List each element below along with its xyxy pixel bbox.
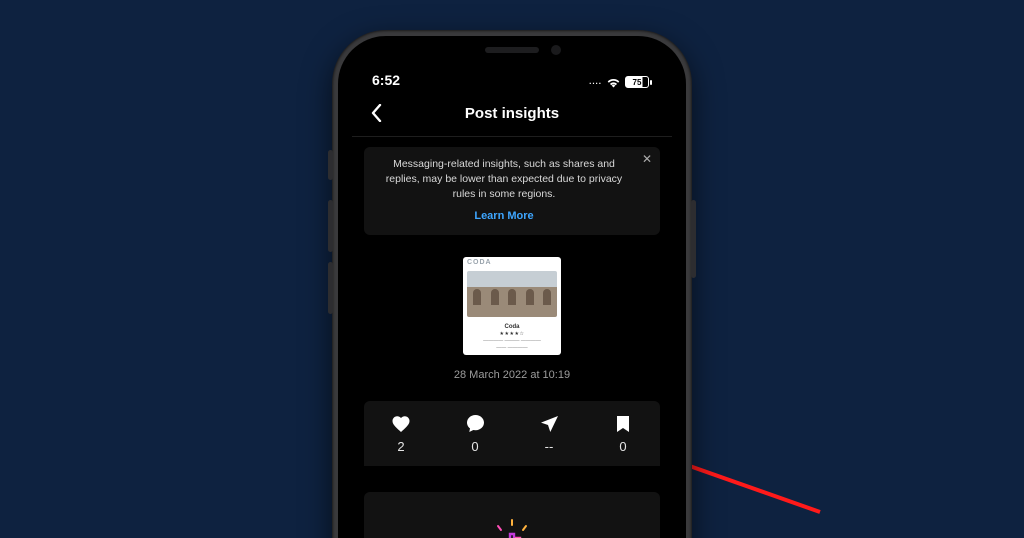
metric-row: 2 0 --: [364, 401, 660, 466]
nav-header: Post insights: [352, 92, 672, 134]
metric-likes: 2: [364, 415, 438, 454]
wifi-icon: [606, 77, 621, 88]
close-icon[interactable]: ✕: [642, 153, 652, 165]
volume-down-button: [328, 262, 333, 314]
power-button: [691, 200, 696, 278]
insights-spark-icon: [490, 518, 534, 538]
comments-count: 0: [471, 439, 478, 454]
thumbnail-title: CODA: [467, 259, 492, 266]
post-thumbnail[interactable]: CODA Coda ★★★★☆ ———— ——— ———— —— ————: [463, 257, 561, 355]
front-camera: [551, 45, 561, 55]
volume-up-button: [328, 200, 333, 252]
screen: 6:52 .... 75 Post insights: [352, 50, 672, 538]
notch: [427, 36, 597, 64]
status-time: 6:52: [372, 72, 400, 88]
shares-count: --: [545, 439, 554, 454]
no-insights-card: No insights available: [364, 492, 660, 538]
phone-frame: 6:52 .... 75 Post insights: [332, 30, 692, 538]
bookmark-icon: [614, 415, 632, 433]
speaker-grille: [485, 47, 539, 53]
metric-comments: 0: [438, 415, 512, 454]
saves-count: 0: [619, 439, 626, 454]
insights-info-banner: ✕ Messaging-related insights, such as sh…: [364, 147, 660, 235]
metric-saves: 0: [586, 415, 660, 454]
post-timestamp: 28 March 2022 at 10:19: [352, 369, 672, 381]
page-title: Post insights: [352, 105, 672, 122]
learn-more-link[interactable]: Learn More: [378, 209, 630, 225]
comment-icon: [466, 415, 484, 433]
likes-count: 2: [397, 439, 404, 454]
header-divider: [352, 136, 672, 137]
mute-switch: [328, 150, 333, 180]
banner-text: Messaging-related insights, such as shar…: [386, 158, 622, 200]
battery-indicator: 75: [625, 76, 652, 88]
share-icon: [540, 415, 558, 433]
metric-shares: --: [512, 415, 586, 454]
back-button[interactable]: [362, 99, 390, 127]
battery-level: 75: [625, 76, 649, 88]
heart-icon: [392, 415, 410, 433]
cellular-signal-icon: ....: [589, 78, 602, 86]
